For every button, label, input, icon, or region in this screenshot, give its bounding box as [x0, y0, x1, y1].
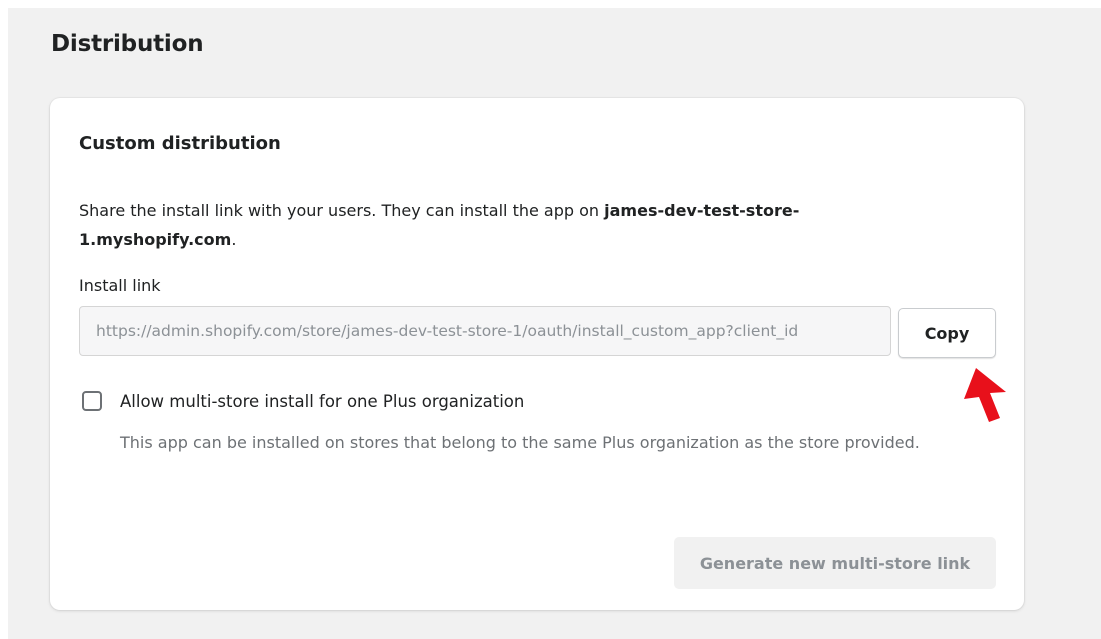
multi-store-checkbox-label[interactable]: Allow multi-store install for one Plus o… [120, 392, 524, 411]
multi-store-checkbox[interactable] [82, 391, 102, 411]
description-text: Share the install link with your users. … [79, 201, 605, 220]
multi-store-help-text: This app can be installed on stores that… [120, 433, 920, 452]
custom-distribution-card: Custom distribution Share the install li… [50, 98, 1024, 610]
red-arrow-icon [964, 368, 1006, 422]
install-link-label: Install link [79, 276, 161, 295]
card-title: Custom distribution [79, 133, 281, 154]
description-period: . [231, 230, 237, 249]
install-description: Share the install link with your users. … [79, 196, 899, 254]
generate-multi-store-link-button[interactable]: Generate new multi-store link [674, 537, 996, 589]
install-link-field[interactable] [79, 306, 891, 356]
page-title: Distribution [51, 31, 204, 57]
distribution-page: Distribution Custom distribution Share t… [8, 8, 1101, 639]
copy-button[interactable]: Copy [898, 308, 996, 358]
